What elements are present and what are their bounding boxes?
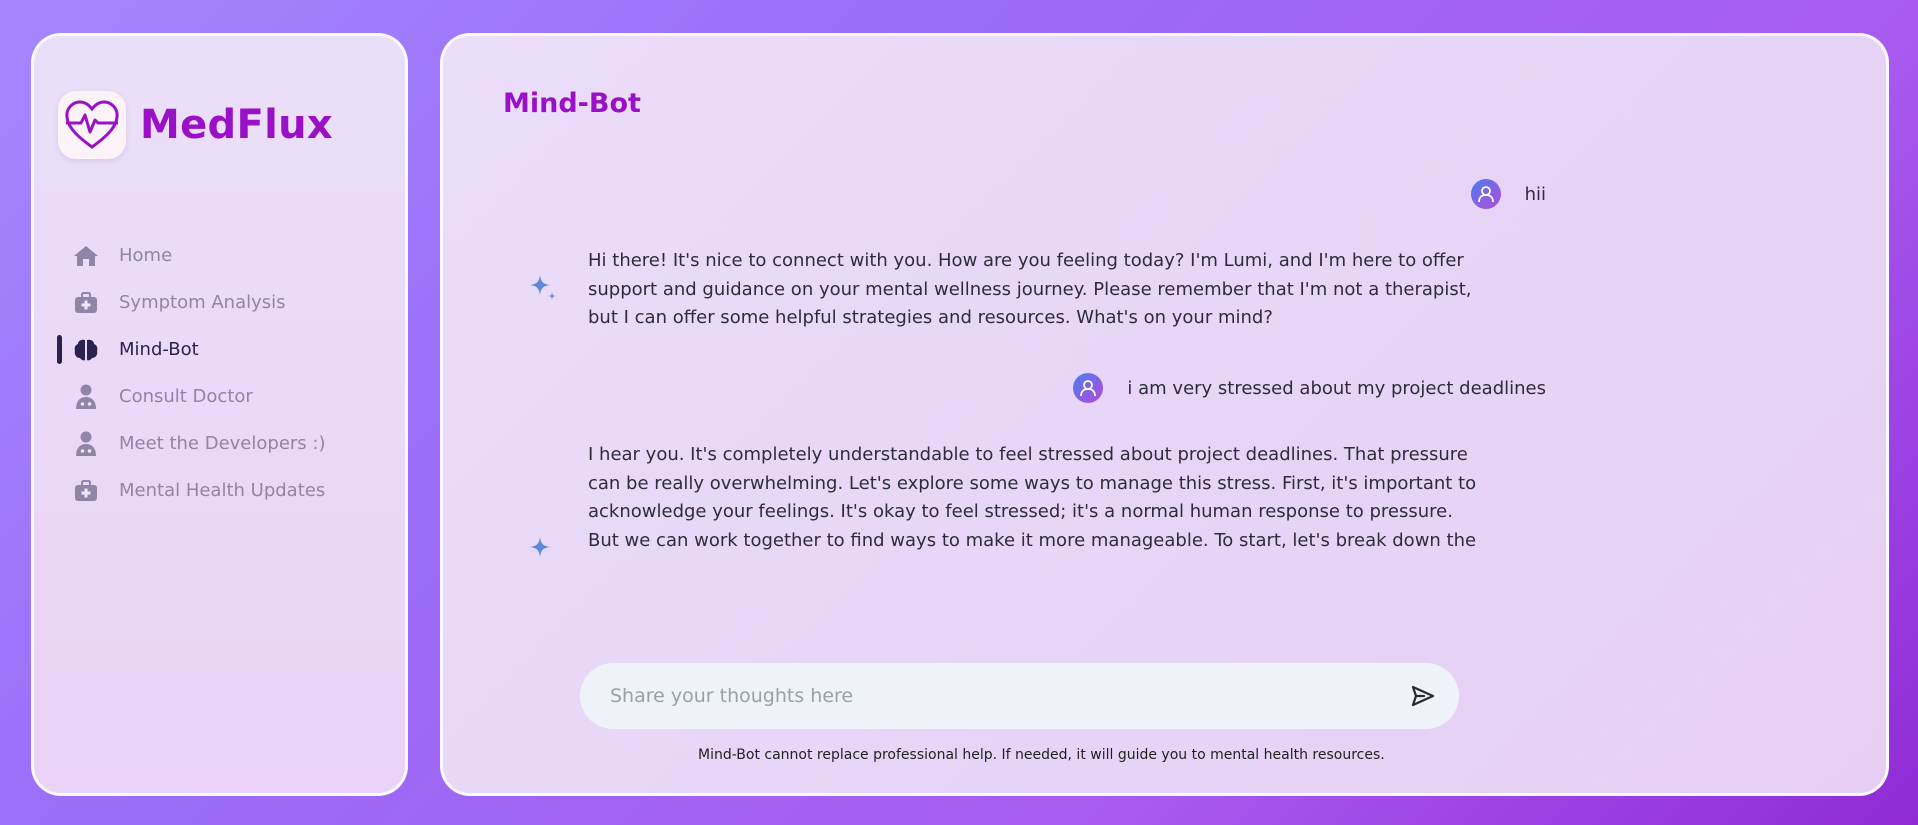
- brain-icon: [72, 336, 100, 364]
- brand[interactable]: MedFlux: [58, 91, 333, 159]
- sidebar-item-mind-bot[interactable]: Mind-Bot: [34, 326, 405, 373]
- send-button[interactable]: [1409, 682, 1437, 710]
- brand-name: MedFlux: [140, 102, 333, 148]
- user-message: i am very stressed about my project dead…: [1073, 373, 1546, 403]
- user-avatar-icon: [1073, 373, 1104, 403]
- chat-panel: Mind-Bot hii Hi there! It's nice to conn…: [440, 33, 1889, 796]
- sidebar-nav: Home Symptom Analysis Mind-Bot Consult D…: [34, 232, 405, 514]
- sidebar-item-home[interactable]: Home: [34, 232, 405, 279]
- message-composer: [580, 663, 1459, 729]
- message-input[interactable]: [610, 685, 1370, 707]
- sparkle-icon: [528, 535, 552, 563]
- active-indicator: [57, 335, 62, 364]
- bot-message-text: I hear you. It's completely understandab…: [588, 444, 1477, 551]
- sidebar-item-label: Home: [119, 245, 173, 266]
- sidebar-item-label: Consult Doctor: [119, 386, 253, 407]
- sidebar-item-label: Mental Health Updates: [119, 480, 326, 501]
- send-icon: [1411, 685, 1435, 707]
- home-icon: [72, 242, 100, 270]
- bot-message: Hi there! It's nice to connect with you.…: [530, 247, 1488, 333]
- page-title: Mind-Bot: [503, 88, 641, 119]
- doctor-icon: [72, 383, 100, 411]
- sidebar-item-label: Mind-Bot: [119, 339, 199, 360]
- user-message-text: i am very stressed about my project dead…: [1127, 377, 1546, 399]
- sidebar-item-mental-health-updates[interactable]: Mental Health Updates: [34, 467, 405, 514]
- medical-kit-icon: [72, 477, 100, 505]
- disclaimer-text: Mind-Bot cannot replace professional hel…: [698, 747, 1385, 763]
- sidebar-item-consult-doctor[interactable]: Consult Doctor: [34, 373, 405, 420]
- sidebar-item-meet-developers[interactable]: Meet the Developers :): [34, 420, 405, 467]
- sidebar-item-label: Meet the Developers :): [119, 433, 326, 454]
- sidebar-item-symptom-analysis[interactable]: Symptom Analysis: [34, 279, 405, 326]
- sparkle-icon: [528, 273, 558, 307]
- user-message: hii: [1470, 179, 1546, 209]
- heart-pulse-icon: [58, 91, 126, 159]
- user-avatar-icon: [1470, 179, 1501, 209]
- bot-message: I hear you. It's completely understandab…: [530, 441, 1488, 557]
- doctor-icon: [72, 430, 100, 458]
- medical-kit-icon: [72, 289, 100, 317]
- user-message-text: hii: [1524, 183, 1546, 205]
- bot-message-text: Hi there! It's nice to connect with you.…: [588, 250, 1472, 328]
- sidebar: MedFlux Home Symptom Analysis Mind-Bot C…: [31, 33, 408, 796]
- sidebar-item-label: Symptom Analysis: [119, 292, 286, 313]
